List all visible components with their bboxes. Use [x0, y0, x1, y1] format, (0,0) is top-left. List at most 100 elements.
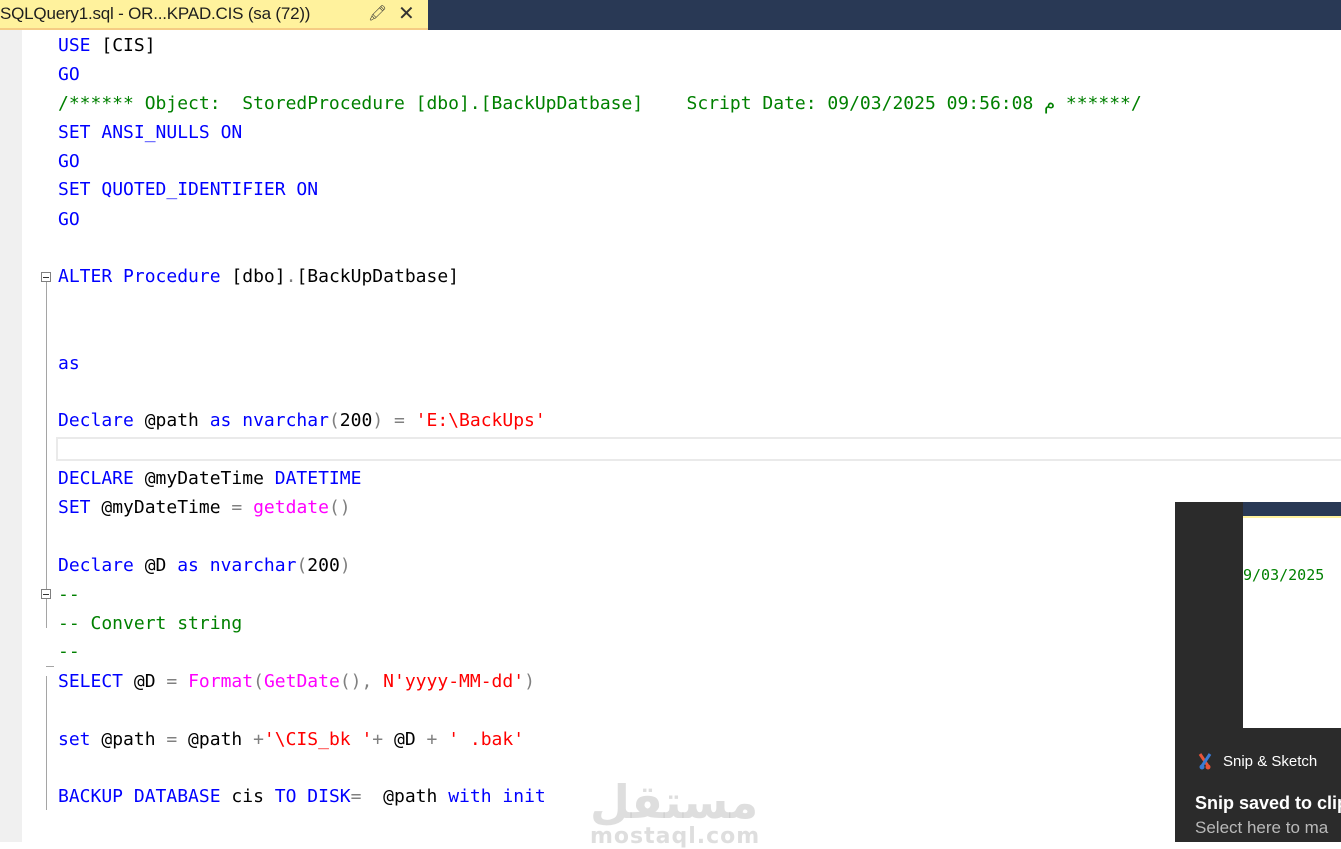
code-line-9: ALTER Procedure [dbo].[BackUpDatbase]: [58, 267, 459, 287]
toast-body[interactable]: Select here to ma: [1195, 818, 1328, 838]
pin-icon[interactable]: 🖍: [368, 4, 387, 22]
operator: +: [253, 729, 264, 750]
operator: ): [524, 671, 535, 692]
code-line-6: SET QUOTED_IDENTIFIER ON: [58, 180, 318, 200]
thumbnail-tab: [1243, 516, 1341, 518]
code-line-23: SELECT @D = Format(GetDate(), N'yyyy-MM-…: [58, 672, 535, 692]
code-line-2: GO: [58, 64, 80, 85]
code-line-21-comment: -- Convert string: [58, 613, 243, 634]
code-line-19: Declare @D as nvarchar(200): [58, 556, 351, 576]
query-editor[interactable]: USE [CIS] GO /****** Object: StoredProce…: [0, 30, 1341, 848]
option-name: QUOTED_IDENTIFIER: [90, 179, 297, 200]
variable: @myDateTime: [90, 497, 232, 518]
keyword: SET: [58, 497, 91, 518]
operator: +: [372, 729, 384, 750]
function: GetDate: [263, 671, 340, 692]
keyword: BACKUP: [58, 786, 124, 807]
operator: ): [339, 555, 351, 576]
watermark-arabic: مستقل: [590, 775, 759, 829]
type: DATETIME: [274, 468, 362, 489]
code-line-7: GO: [58, 209, 80, 230]
keyword: as: [177, 555, 199, 576]
watermark-logo: مستقل mostaql.com: [590, 778, 760, 848]
close-icon[interactable]: ✕: [398, 1, 415, 25]
keyword: DECLARE: [58, 468, 134, 489]
code-line-4: SET ANSI_NULLS ON: [58, 123, 242, 143]
editor-gutter: [0, 30, 22, 842]
tab-title: SQLQuery1.sql - OR...KPAD.CIS (sa (72)): [0, 4, 311, 23]
keyword: SET: [58, 122, 91, 143]
keyword: with: [448, 786, 492, 807]
operator: ): [372, 410, 384, 431]
function: getdate: [253, 497, 329, 518]
toast-app-header: Snip & Sketch: [1197, 752, 1317, 770]
type: nvarchar: [209, 555, 297, 576]
thumbnail-text: 9/03/2025: [1243, 566, 1325, 584]
identifier: [CIS]: [90, 35, 156, 56]
toast-title: Snip saved to clip: [1195, 793, 1341, 813]
code-line-5: GO: [58, 151, 80, 172]
snip-notification-toast[interactable]: 9/03/2025 Snip & Sketch Snip saved to cl…: [1175, 502, 1341, 842]
keyword: ON: [220, 122, 243, 143]
scissors-icon: [1198, 753, 1212, 770]
code-line-3-comment: /****** Object: StoredProcedure [dbo].[B…: [58, 93, 1142, 114]
keyword: SET: [58, 179, 91, 200]
operator: (),: [339, 671, 373, 692]
code-line-14: Declare @path as nvarchar(200) = 'E:\Bac…: [58, 411, 546, 431]
keyword: DISK: [307, 786, 351, 807]
code-line-20-comment: --: [58, 584, 80, 605]
keyword: DATABASE: [133, 786, 221, 807]
operator: .: [285, 266, 297, 287]
code-line-12: as: [58, 353, 80, 374]
document-tab-strip: SQLQuery1.sql - OR...KPAD.CIS (sa (72)) …: [0, 0, 1341, 30]
code-line-17: SET @myDateTime = getdate(): [58, 498, 351, 518]
string-literal: ' .bak': [448, 729, 525, 750]
operator: +: [426, 729, 438, 750]
number: 200: [307, 555, 340, 576]
outline-guide: [46, 282, 47, 628]
variable: @D: [133, 555, 178, 576]
tab-sqlquery1[interactable]: SQLQuery1.sql - OR...KPAD.CIS (sa (72)) …: [0, 0, 428, 30]
operator: =: [166, 729, 178, 750]
code-line-1: USE [CIS]: [58, 36, 156, 56]
operator: =: [383, 410, 416, 431]
variable: @D: [123, 671, 167, 692]
collapse-icon[interactable]: [41, 272, 51, 282]
code-line-16: DECLARE @myDateTime DATETIME: [58, 469, 361, 489]
thumbnail-tabstrip: [1243, 502, 1341, 516]
operator: (: [328, 410, 340, 431]
operator: =: [166, 671, 178, 692]
identifier: cis: [220, 786, 275, 807]
function: Format: [188, 671, 254, 692]
snip-thumbnail[interactable]: 9/03/2025: [1243, 502, 1341, 728]
number: 200: [339, 410, 373, 431]
current-line-highlight: [56, 437, 1341, 461]
variable: @path: [177, 729, 254, 750]
operator: (): [328, 497, 351, 518]
variable: @path: [361, 786, 449, 807]
variable: @path: [133, 410, 210, 431]
keyword: Procedure: [123, 266, 221, 287]
code-line-22-comment: --: [58, 641, 80, 662]
keyword: ALTER: [58, 266, 113, 287]
type: nvarchar: [242, 410, 329, 431]
collapse-icon[interactable]: [41, 589, 51, 599]
identifier: [dbo]: [220, 266, 286, 287]
keyword: Declare: [58, 555, 134, 576]
operator: =: [231, 497, 243, 518]
operator: =: [350, 786, 362, 807]
toast-app-name: Snip & Sketch: [1223, 752, 1318, 770]
variable: @D: [383, 729, 427, 750]
variable: @path: [90, 729, 167, 750]
keyword: set: [58, 729, 91, 750]
